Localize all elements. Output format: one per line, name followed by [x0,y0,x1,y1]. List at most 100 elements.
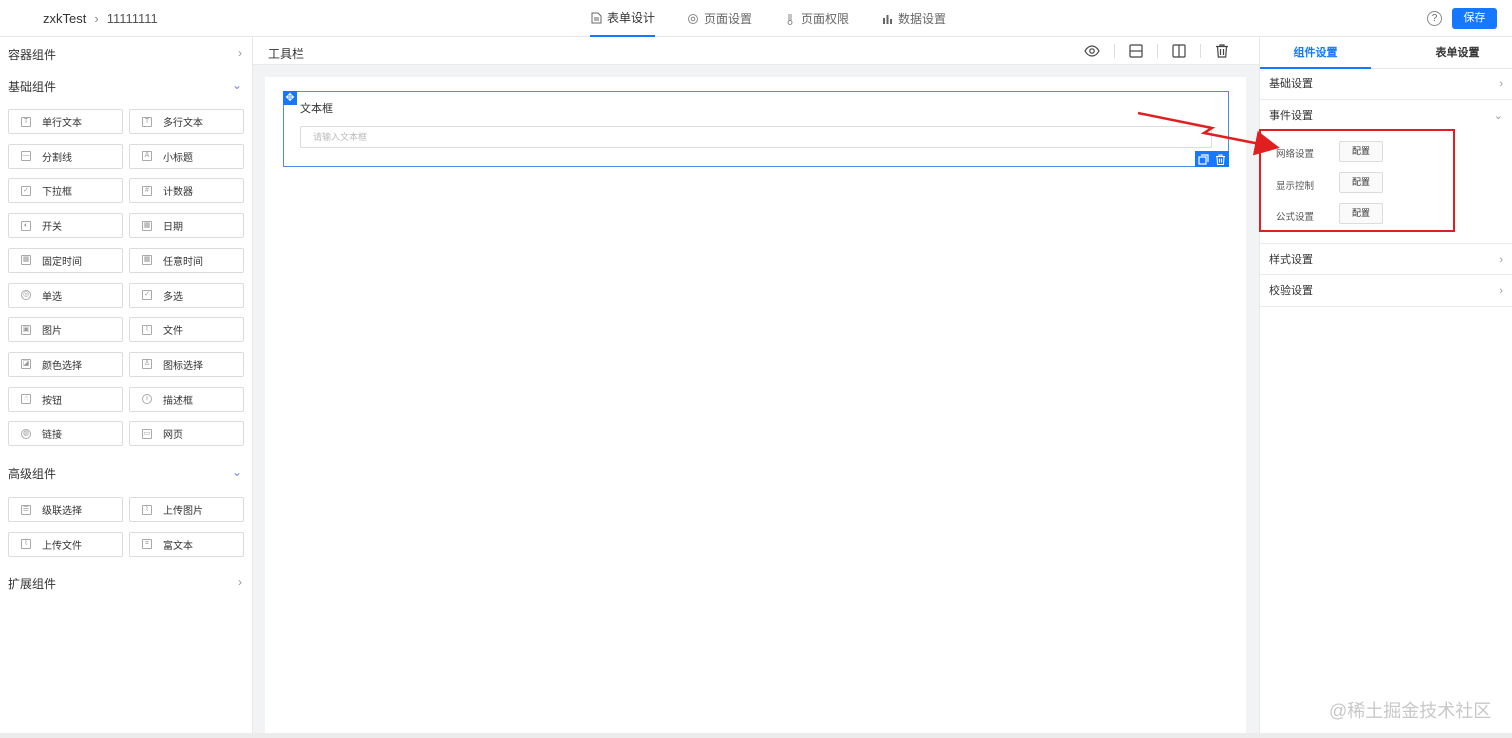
copy-icon[interactable] [1198,153,1209,165]
text-field-input[interactable]: 请输入文本框 [300,126,1212,148]
tab-label: 表单设计 [607,11,656,25]
tab-label: 页面权限 [801,12,850,26]
component-item[interactable]: — 分割线 [8,143,123,169]
breadcrumb-app[interactable]: zxkTest [43,11,86,26]
component-item[interactable]: A 小标题 [129,143,244,169]
row-label: 基础设置 [1269,78,1313,90]
move-icon[interactable]: ✥ [283,91,297,105]
divider [1200,44,1201,58]
component-label: 图片 [42,326,62,338]
textarea-icon: T [142,116,152,127]
section-basic[interactable]: 基础组件 ⌄ [8,78,248,95]
settings-panel: 组件设置 表单设置 基础设置 › 事件设置 ⌄ 网络设置 配置 显示控制 配置 … [1259,37,1512,738]
component-item[interactable]: ⌇ 上传图片 [129,497,244,522]
component-label: 富文本 [163,540,193,552]
section-extension[interactable]: 扩展组件 › [8,575,248,592]
component-item[interactable]: ▭ 网页 [129,421,244,447]
toolbar-title: 工具栏 [268,47,305,61]
switch-icon: ◐ [21,220,31,231]
component-item[interactable]: # 计数器 [129,178,244,204]
component-label: 下拉框 [42,187,72,199]
tab-data-settings[interactable]: 数据设置 [881,0,946,37]
split-vertical-icon[interactable] [1171,43,1187,59]
row-style-settings[interactable]: 样式设置 › [1260,243,1512,275]
component-item[interactable]: ◍ 链接 [8,421,123,447]
component-item[interactable]: ✓ 下拉框 [8,178,123,204]
component-item[interactable]: ▦ 任意时间 [129,247,244,273]
split-horizontal-icon[interactable] [1128,43,1144,59]
component-label: 多行文本 [163,118,203,129]
section-container[interactable]: 容器组件 › [8,46,248,63]
row-label: 校验设置 [1269,285,1313,297]
form-canvas[interactable]: ✥ 文本框 请输入文本框 [265,77,1246,735]
component-label: 单选 [42,291,62,303]
formula-config-button[interactable]: 配置 [1339,203,1383,224]
component-item[interactable]: ⌗ 富文本 [129,531,244,557]
component-label: 按钮 [42,395,62,407]
component-item[interactable]: ☝ 按钮 [8,386,123,412]
chevron-right-icon: › [1499,254,1503,266]
trash-icon[interactable] [1214,43,1230,59]
component-item[interactable]: ♙ 图标选择 [129,351,244,377]
component-label: 任意时间 [163,256,203,268]
section-advanced[interactable]: 高级组件 ⌄ [8,465,248,482]
display-config-button[interactable]: 配置 [1339,172,1383,193]
image-icon: ▣ [21,324,31,335]
component-item[interactable]: ⌇ 上传文件 [8,531,123,557]
row-validate-settings[interactable]: 校验设置 › [1260,275,1512,307]
selected-text-field[interactable]: ✥ 文本框 请输入文本框 [283,91,1229,167]
cascade-icon: ☰ [21,504,31,515]
field-actions [1195,151,1229,167]
component-label: 计数器 [163,187,193,199]
paperclip-icon: ⌇ [142,504,152,515]
top-bar: zxkTest › 11111111 表单设计 页面设置 页面权限 数据设置 ?… [0,0,1512,37]
component-item[interactable]: ⌇ 文件 [129,317,244,343]
tab-label: 数据设置 [898,12,947,26]
component-label: 描述框 [163,395,193,407]
tab-form-settings[interactable]: 表单设置 [1402,37,1512,69]
subtitle-icon: A [142,151,152,162]
component-item[interactable]: ◪ 颜色选择 [8,351,123,377]
select-icon: ✓ [21,185,31,196]
watermark: @稀土掘金技术社区 [1329,701,1492,721]
component-item[interactable]: ▣ 图片 [8,317,123,343]
component-item[interactable]: ◐ 开关 [8,213,123,239]
component-item[interactable]: i 描述框 [129,386,244,412]
component-label: 开关 [42,222,62,234]
chevron-right-icon: › [94,11,99,26]
row-basic-settings[interactable]: 基础设置 › [1260,68,1512,100]
tab-component-settings[interactable]: 组件设置 [1260,37,1371,69]
thermometer-icon [784,13,796,25]
component-item[interactable]: ☰ 级联选择 [8,497,123,522]
component-label: 固定时间 [42,256,82,268]
toolbar: 工具栏 [253,37,1259,65]
component-label: 单行文本 [42,118,82,129]
network-config-button[interactable]: 配置 [1339,141,1383,162]
info-icon: i [142,394,152,405]
component-item[interactable]: T 多行文本 [129,109,244,134]
component-item[interactable]: ✓ 多选 [129,282,244,308]
component-label: 级联选择 [42,506,82,517]
delete-icon[interactable] [1215,153,1226,165]
help-icon[interactable]: ? [1427,11,1442,26]
bar-chart-icon [881,13,893,25]
breadcrumb: zxkTest › 11111111 [43,11,158,26]
component-item[interactable]: ▦ 日期 [129,213,244,239]
component-item[interactable]: T 单行文本 [8,109,123,134]
tab-page-permissions[interactable]: 页面权限 [784,0,849,37]
calendar-icon: ▦ [21,255,31,266]
paperclip-icon: ⌇ [142,324,152,335]
component-item[interactable]: ◎ 单选 [8,282,123,308]
save-button[interactable]: 保存 [1452,8,1497,29]
tab-page-settings[interactable]: 页面设置 [687,0,752,37]
eye-icon[interactable] [1084,43,1100,59]
component-item[interactable]: ▦ 固定时间 [8,247,123,273]
component-label: 日期 [163,222,183,234]
globe-icon: ◍ [21,428,31,439]
color-icon: ◪ [21,359,31,370]
chevron-down-icon: ⌄ [231,465,242,479]
bottom-bar [0,733,1512,738]
chevron-down-icon: ⌄ [231,78,242,92]
tab-form-design[interactable]: 表单设计 [590,0,656,37]
row-event-settings[interactable]: 事件设置 ⌄ [1260,100,1512,132]
